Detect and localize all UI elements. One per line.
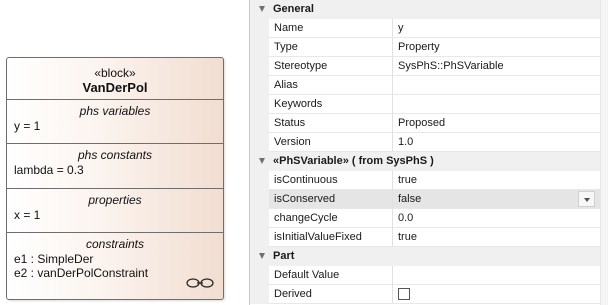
block-stereotype: «block» (94, 66, 136, 80)
property-value[interactable] (393, 285, 600, 304)
row-gutter (250, 228, 269, 247)
property-row-status[interactable]: Status Proposed (250, 114, 608, 133)
compartment-phs-constants: phs constants lambda = 0.3 (7, 144, 223, 189)
compartment-phs-variables: phs variables y = 1 (7, 100, 223, 144)
row-gutter (250, 95, 269, 114)
property-row-isinitialvaluefixed[interactable]: isInitialValueFixed true (250, 228, 608, 247)
compartment-properties: properties x = 1 (7, 189, 223, 233)
property-value[interactable]: 0.0 (393, 209, 600, 228)
property-row-changecycle[interactable]: changeCycle 0.0 (250, 209, 608, 228)
collapse-triangle-icon[interactable] (259, 6, 265, 12)
section-title: «PhSVariable» ( from SysPhS ) (273, 155, 434, 167)
property-value[interactable]: true (393, 171, 600, 190)
property-name: isInitialValueFixed (269, 228, 393, 247)
property-value[interactable] (393, 76, 600, 95)
section-header-general[interactable]: General (250, 0, 608, 19)
row-gutter (250, 76, 269, 95)
property-row-iscontinuous[interactable]: isContinuous true (250, 171, 608, 190)
property-row-stereotype[interactable]: Stereotype SysPhS::PhSVariable (250, 57, 608, 76)
section-header-phsvariable[interactable]: «PhSVariable» ( from SysPhS ) (250, 152, 608, 171)
block-element-vanderpol[interactable]: «block» VanDerPol phs variables y = 1 ph… (6, 57, 224, 300)
property-grid: General Name y Type Property Stereotype … (250, 0, 608, 305)
dropdown-arrow-icon (584, 198, 590, 202)
property-value[interactable]: 1.0 (393, 133, 600, 152)
property-value[interactable]: Proposed (393, 114, 600, 133)
compartment-title: constraints (85, 237, 145, 251)
property-name: Alias (269, 76, 393, 95)
section-title: General (273, 3, 314, 15)
property-name: Version (269, 133, 393, 152)
compartment-item[interactable]: y = 1 (7, 119, 223, 133)
property-row-type[interactable]: Type Property (250, 38, 608, 57)
property-value[interactable]: SysPhS::PhSVariable (393, 57, 600, 76)
compartment-title: phs variables (79, 104, 151, 118)
property-name: Stereotype (269, 57, 393, 76)
row-gutter (250, 266, 269, 285)
property-row-keywords[interactable]: Keywords (250, 95, 608, 114)
property-name: Name (269, 19, 393, 38)
chain-link-icon (186, 278, 214, 288)
property-value[interactable]: y (393, 19, 600, 38)
compartment-item[interactable]: lambda = 0.3 (7, 163, 223, 177)
property-name: isContinuous (269, 171, 393, 190)
property-name: isConserved (269, 190, 393, 209)
row-gutter (250, 133, 269, 152)
section-title: Part (273, 250, 295, 262)
section-header-part[interactable]: Part (250, 247, 608, 266)
vertical-scrollbar[interactable] (600, 0, 608, 305)
dropdown-button[interactable] (578, 191, 595, 207)
diagram-canvas[interactable]: «block» VanDerPol phs variables y = 1 ph… (0, 0, 249, 305)
row-gutter (250, 285, 269, 304)
row-gutter (250, 57, 269, 76)
collapse-triangle-icon[interactable] (259, 158, 265, 164)
property-row-name[interactable]: Name y (250, 19, 608, 38)
property-value[interactable] (393, 266, 600, 285)
row-gutter (250, 171, 269, 190)
property-value-select[interactable]: false (393, 190, 600, 209)
property-row-derived[interactable]: Derived (250, 285, 608, 304)
property-name: Type (269, 38, 393, 57)
property-name: Status (269, 114, 393, 133)
compartment-title: properties (88, 193, 142, 207)
block-name: VanDerPol (82, 80, 148, 95)
property-row-default-value[interactable]: Default Value (250, 266, 608, 285)
property-name: Derived (269, 285, 393, 304)
compartment-item[interactable]: e1 : SimpleDer (7, 252, 223, 266)
compartment-item[interactable]: x = 1 (7, 208, 223, 222)
row-gutter (250, 209, 269, 228)
property-value[interactable]: true (393, 228, 600, 247)
row-gutter (250, 19, 269, 38)
property-row-version[interactable]: Version 1.0 (250, 133, 608, 152)
property-row-alias[interactable]: Alias (250, 76, 608, 95)
property-name: Keywords (269, 95, 393, 114)
derived-checkbox[interactable] (398, 288, 410, 300)
property-name: changeCycle (269, 209, 393, 228)
row-gutter (250, 190, 269, 209)
row-gutter (250, 114, 269, 133)
property-name: Default Value (269, 266, 393, 285)
property-row-isconserved[interactable]: isConserved false (250, 190, 608, 209)
property-value[interactable] (393, 95, 600, 114)
collapse-triangle-icon[interactable] (259, 253, 265, 259)
row-gutter (250, 38, 269, 57)
compartment-constraints: constraints e1 : SimpleDer e2 : vanDerPo… (7, 233, 223, 300)
compartment-title: phs constants (77, 148, 153, 162)
property-value[interactable]: Property (393, 38, 600, 57)
block-header: «block» VanDerPol (7, 58, 223, 100)
